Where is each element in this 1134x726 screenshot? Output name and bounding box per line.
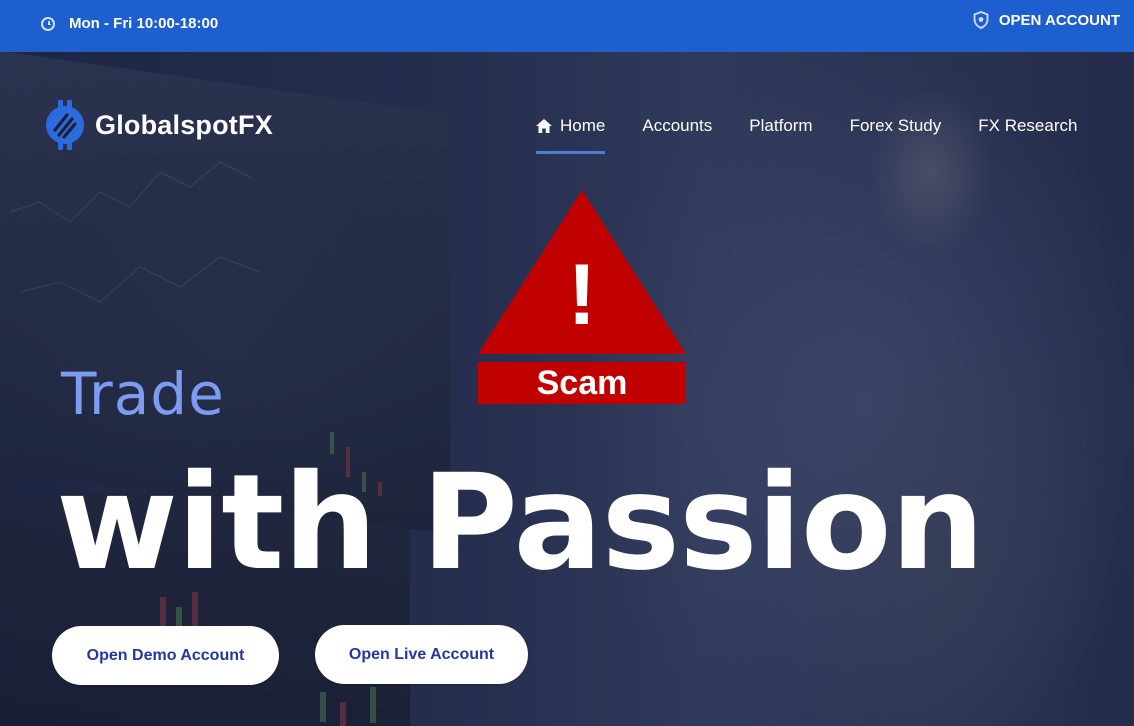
brand-name: GlobalspotFX — [95, 109, 273, 140]
nav-item-accounts[interactable]: Accounts — [642, 116, 712, 154]
home-icon — [536, 119, 552, 133]
hero-section: GlobalspotFX Home Accounts Platform Fore… — [0, 52, 1134, 726]
nav-item-home[interactable]: Home — [536, 116, 606, 154]
shield-icon — [973, 11, 989, 29]
nav-item-label: Accounts — [642, 116, 713, 135]
hero-headline-line-2: with Passion — [56, 446, 985, 600]
open-account-link[interactable]: OPEN ACCOUNT — [973, 11, 1120, 29]
scam-warning-label: Scam — [478, 362, 686, 404]
nav-item-label: FX Research — [978, 116, 1078, 135]
open-account-label: OPEN ACCOUNT — [998, 11, 1120, 29]
business-hours-text: Mon - Fri 10:00-18:00 — [69, 15, 219, 32]
top-bar: Mon - Fri 10:00-18:00 OPEN ACCOUNT — [0, 0, 1134, 52]
nav-item-fx-research[interactable]: FX Research — [978, 116, 1077, 154]
brand-logo[interactable]: GlobalspotFX — [41, 98, 273, 152]
open-live-account-button[interactable]: Open Live Account — [315, 625, 528, 684]
nav-item-forex-study[interactable]: Forex Study — [850, 116, 942, 154]
hero-headline-line-1: Trade — [61, 360, 225, 428]
main-navigation: Home Accounts Platform Forex Study FX Re… — [536, 116, 1077, 154]
nav-item-label: Forex Study — [849, 116, 942, 135]
nav-item-label: Platform — [749, 116, 813, 135]
open-demo-account-button[interactable]: Open Demo Account — [52, 626, 279, 685]
nav-item-label: Home — [560, 116, 606, 135]
clock-icon — [41, 16, 55, 31]
nav-item-platform[interactable]: Platform — [749, 116, 812, 154]
brand-logo-icon — [46, 100, 84, 150]
business-hours: Mon - Fri 10:00-18:00 — [41, 15, 218, 32]
warning-exclamation: ! — [568, 247, 597, 343]
